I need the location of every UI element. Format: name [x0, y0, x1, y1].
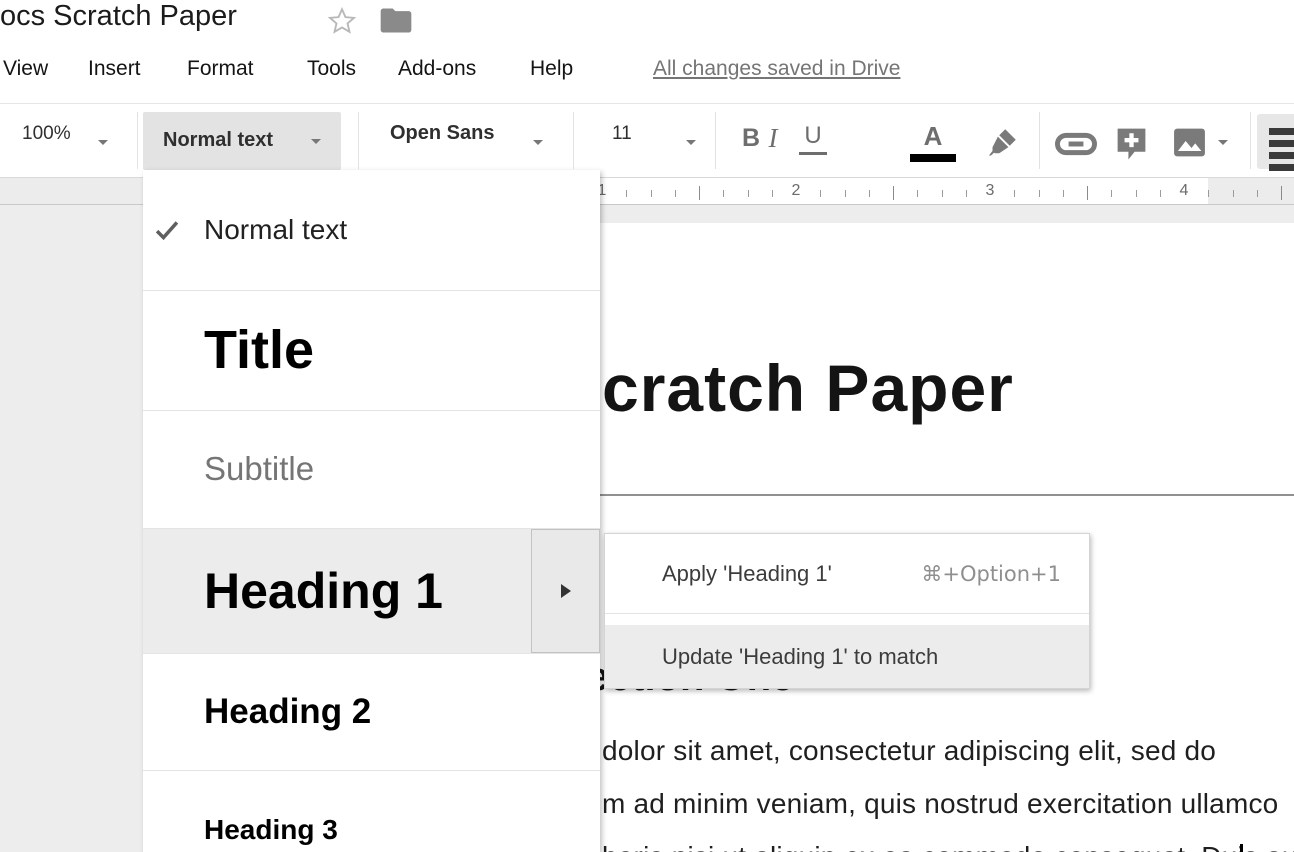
italic-button[interactable]: I	[760, 123, 786, 154]
star-icon[interactable]	[326, 5, 358, 37]
paragraph-style-value: Normal text	[163, 129, 273, 152]
insert-link-icon[interactable]	[1055, 131, 1097, 157]
menu-insert[interactable]: Insert	[88, 57, 141, 81]
document-heading-title[interactable]: cratch Paper	[602, 350, 1014, 426]
menu-help[interactable]: Help	[530, 57, 573, 81]
document-title-field[interactable]: ocs Scratch Paper	[0, 0, 237, 33]
ruler-tick	[1063, 190, 1064, 197]
ruler-tick	[1208, 190, 1209, 197]
toolbar: 100% Normal text Open Sans 11 B I U A	[0, 103, 1294, 178]
underline-button[interactable]: U	[799, 122, 827, 155]
ruler-tick	[699, 186, 700, 200]
ruler-tick	[845, 190, 846, 197]
paragraph-styles-menu: Normal text Title Subtitle Heading 1 Hea…	[143, 170, 600, 852]
body-text-line[interactable]: dolor sit amet, consectetur adipiscing e…	[602, 735, 1216, 767]
ruler-tick	[1281, 186, 1282, 200]
paragraph-style-select[interactable]: Normal text	[143, 112, 341, 170]
ruler-tick	[748, 190, 749, 197]
ruler-tick	[1014, 190, 1015, 197]
menu-format[interactable]: Format	[187, 57, 254, 81]
ruler-tick	[675, 190, 676, 197]
keyboard-shortcut: ⌘+Option+1	[921, 562, 1061, 586]
ruler-tick	[723, 190, 724, 197]
ruler-tick	[772, 190, 773, 197]
ruler-tick	[1257, 190, 1258, 197]
update-heading-1-item[interactable]: Update 'Heading 1' to match	[605, 625, 1089, 688]
ruler-tick	[1087, 186, 1088, 200]
align-lines-icon	[1269, 128, 1294, 135]
align-left-button[interactable]	[1257, 114, 1294, 169]
font-size-select[interactable]: 11	[612, 123, 632, 145]
style-item-title[interactable]: Title	[143, 290, 600, 410]
ruler-tick	[820, 190, 821, 197]
body-text-line[interactable]: m ad minim veniam, quis nostrud exercita…	[602, 788, 1278, 820]
menu-view[interactable]: View	[3, 57, 48, 81]
save-status-link[interactable]: All changes saved in Drive	[653, 57, 900, 81]
ruler-tick	[1160, 190, 1161, 197]
triangle-right-icon	[561, 584, 571, 598]
ruler-tick	[1111, 190, 1112, 197]
font-size-caret-icon[interactable]	[686, 140, 696, 145]
apply-heading-1-item[interactable]: Apply 'Heading 1' ⌘+Option+1	[605, 534, 1089, 613]
font-family-select[interactable]: Open Sans	[390, 122, 494, 145]
font-caret-icon[interactable]	[533, 140, 543, 145]
ruler-tick	[1233, 190, 1234, 197]
ruler-number: 4	[1176, 182, 1192, 200]
heading-1-submenu-arrow[interactable]	[531, 529, 600, 653]
ruler-tick	[1136, 190, 1137, 197]
heading-1-submenu: Apply 'Heading 1' ⌘+Option+1 Update 'Hea…	[604, 533, 1090, 689]
ruler-tick	[917, 190, 918, 197]
folder-icon[interactable]	[380, 7, 412, 34]
text-color-swatch	[910, 154, 956, 162]
google-docs-window: ocs Scratch Paper View Insert Format Too…	[0, 0, 1294, 852]
insert-comment-icon[interactable]	[1113, 124, 1150, 161]
style-caret-icon	[311, 139, 321, 144]
ruler-tick	[942, 190, 943, 197]
zoom-caret-icon[interactable]	[98, 140, 108, 145]
ruler-tick	[626, 190, 627, 197]
image-caret-icon[interactable]	[1218, 140, 1228, 145]
style-item-heading-3[interactable]: Heading 3	[143, 770, 600, 852]
style-item-normal-text[interactable]: Normal text	[143, 170, 600, 290]
ruler-tick	[893, 186, 894, 200]
style-item-heading-2[interactable]: Heading 2	[143, 653, 600, 770]
ruler-tick	[651, 190, 652, 197]
menu-addons[interactable]: Add-ons	[398, 57, 476, 81]
style-item-subtitle[interactable]: Subtitle	[143, 410, 600, 528]
ruler-number: 3	[982, 182, 998, 200]
ruler-tick	[966, 190, 967, 197]
ruler-number: 2	[788, 182, 804, 200]
text-color-button[interactable]: A	[910, 121, 956, 152]
ruler-tick	[1039, 190, 1040, 197]
text-cursor	[1240, 844, 1243, 852]
highlight-marker-icon[interactable]	[985, 124, 1021, 160]
body-text-line[interactable]: boris nisi ut aliquip ex ea commodo cons…	[602, 841, 1294, 852]
insert-image-icon[interactable]	[1171, 124, 1208, 161]
zoom-select[interactable]: 100%	[22, 123, 71, 145]
ruler-tick	[869, 190, 870, 197]
menu-tools[interactable]: Tools	[307, 57, 356, 81]
